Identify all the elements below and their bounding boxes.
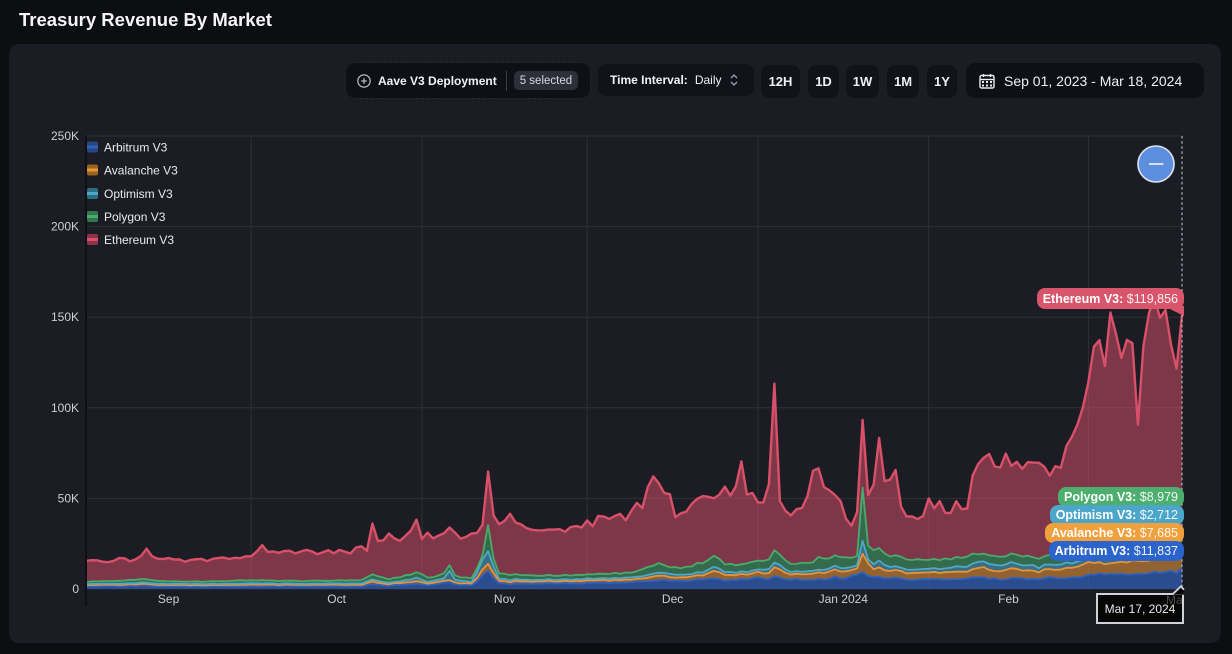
svg-text:Dec: Dec [662, 592, 683, 606]
svg-text:250K: 250K [51, 129, 79, 143]
svg-text:Arbitrum V3: Arbitrum V3 [104, 141, 168, 155]
svg-text:Feb: Feb [998, 592, 1019, 606]
svg-text:Sep: Sep [158, 592, 180, 606]
svg-text:150K: 150K [51, 310, 79, 324]
svg-text:Polygon V3: Polygon V3 [104, 210, 166, 224]
svg-text:Avalanche V3: Avalanche V3 [104, 164, 178, 178]
svg-text:Ethereum V3: Ethereum V3 [104, 233, 174, 247]
svg-text:Optimism V3: Optimism V3 [104, 187, 173, 201]
svg-text:Jan 2024: Jan 2024 [819, 592, 869, 606]
svg-text:Nov: Nov [494, 592, 515, 606]
svg-text:50K: 50K [58, 491, 79, 505]
svg-text:Oct: Oct [327, 592, 346, 606]
svg-text:0: 0 [72, 582, 79, 596]
svg-text:200K: 200K [51, 220, 79, 234]
svg-text:100K: 100K [51, 401, 79, 415]
